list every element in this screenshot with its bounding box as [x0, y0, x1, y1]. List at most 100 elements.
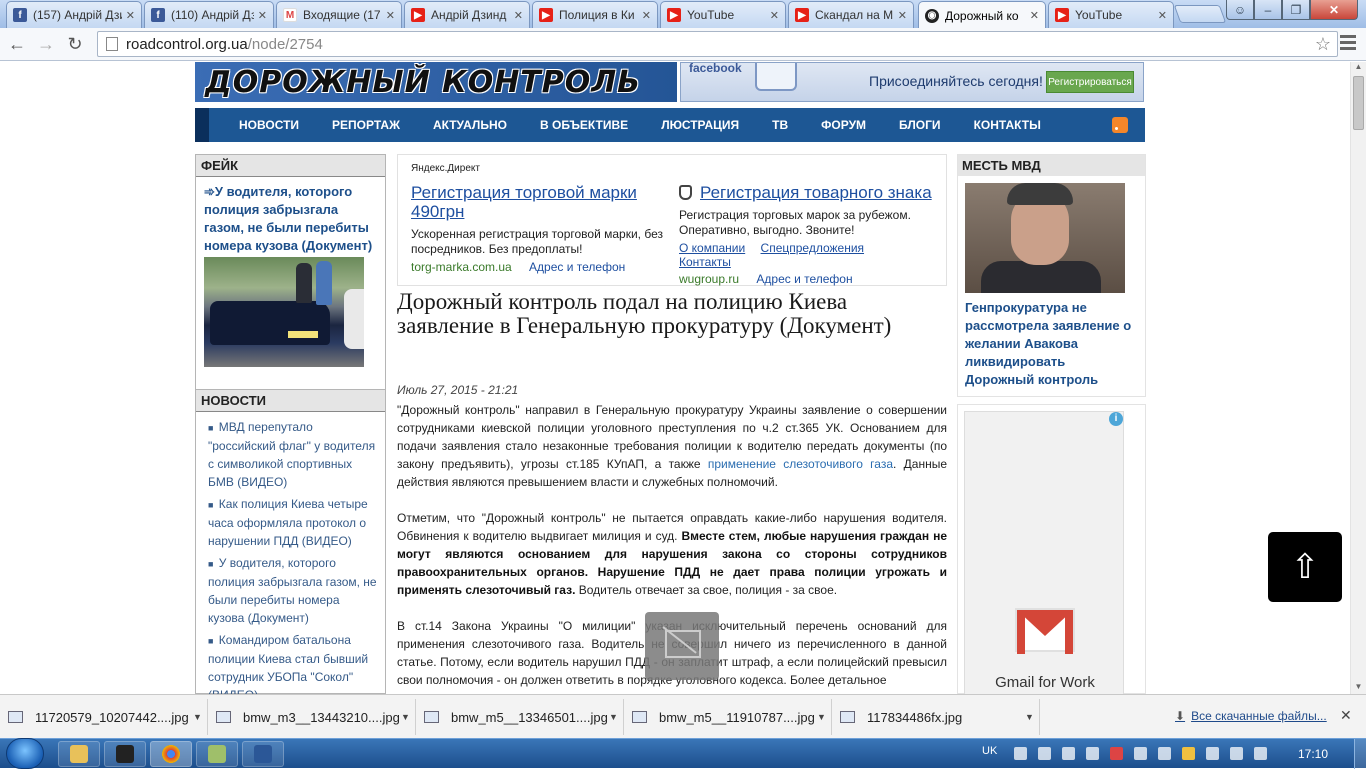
fake-article-image[interactable]	[204, 257, 364, 367]
download-item[interactable]: 11720579_10207442....jpg ▼	[2, 699, 208, 735]
new-tab-button[interactable]	[1173, 5, 1227, 23]
browser-tab[interactable]: ▶ Скандал на М ✕	[788, 1, 914, 28]
ad-title-link[interactable]: Регистрация торговой марки 490грн	[411, 183, 673, 221]
minimize-button[interactable]: –	[1254, 0, 1282, 20]
news-item[interactable]: ■ У водителя, которого полиция забрызгал…	[208, 554, 379, 627]
news-item[interactable]: ■ Командиром батальона полиции Киева ста…	[208, 631, 379, 694]
tab-close-icon[interactable]: ✕	[514, 9, 523, 22]
revenge-article-link[interactable]: Генпрокуратура не рассмотрела заявление …	[958, 293, 1145, 395]
download-item[interactable]: bmw_m3__13443210....jpg ▼	[210, 699, 416, 735]
volume-icon[interactable]	[1038, 747, 1051, 760]
rss-icon[interactable]	[1112, 117, 1128, 133]
close-download-bar-icon[interactable]: ✕	[1340, 707, 1352, 724]
minister-photo[interactable]	[965, 183, 1125, 293]
ad-sitelink-offers[interactable]: Спецпредложения	[761, 241, 865, 255]
download-item[interactable]: bmw_m5__13346501....jpg ▼	[418, 699, 624, 735]
scroll-to-top-icon[interactable]: ⇧	[1268, 532, 1342, 602]
start-button[interactable]	[6, 738, 44, 769]
nav-item-actual[interactable]: АКТУАЛЬНО	[433, 118, 507, 132]
browser-tab-active[interactable]: ◉ Дорожный ко ✕	[918, 1, 1046, 29]
forward-arrow-icon[interactable]: →	[33, 32, 59, 56]
news-item[interactable]: ■ Как полиция Киева четыре часа оформлял…	[208, 495, 379, 550]
flag-icon[interactable]	[1230, 747, 1243, 760]
taskbar-clock[interactable]: 17:10	[1298, 747, 1328, 761]
tab-close-icon[interactable]: ✕	[1030, 9, 1039, 22]
ad-info-icon[interactable]: i	[1109, 412, 1123, 426]
show-all-downloads-link[interactable]: ⬇ Все скачанные файлы...	[1175, 709, 1327, 723]
news-item[interactable]: ■ МВД перепутало "российский флаг" у вод…	[208, 418, 379, 491]
show-desktop-button[interactable]	[1354, 739, 1366, 769]
tray-icon[interactable]	[1134, 747, 1147, 760]
tab-close-icon[interactable]: ✕	[126, 9, 135, 22]
chevron-down-icon[interactable]: ▼	[1025, 712, 1039, 722]
ad-address-link[interactable]: Адрес и телефон	[529, 260, 625, 274]
antivirus-icon[interactable]	[1110, 747, 1123, 760]
tray-icon[interactable]	[1158, 747, 1171, 760]
browser-tab[interactable]: ▶ YouTube ✕	[1048, 1, 1174, 28]
scrollbar-thumb[interactable]	[1353, 76, 1364, 130]
nav-item-in-lens[interactable]: В ОБЪЕКТИВЕ	[540, 118, 628, 132]
download-item[interactable]: 117834486fx.jpg ▼	[834, 699, 1040, 735]
menu-icon[interactable]	[1340, 35, 1356, 53]
nav-item-contacts[interactable]: КОНТАКТЫ	[974, 118, 1041, 132]
close-window-button[interactable]: ✕	[1310, 0, 1358, 20]
gmail-for-work-ad[interactable]: i Gmail for Work	[964, 411, 1124, 694]
facebook-register-button[interactable]: Регистрироваться	[1046, 71, 1134, 93]
chevron-down-icon[interactable]: ▼	[401, 712, 415, 722]
scroll-up-icon[interactable]: ▲	[1351, 62, 1366, 74]
ad-domain[interactable]: torg-marka.com.ua	[411, 260, 512, 274]
nav-item-reportage[interactable]: РЕПОРТАЖ	[332, 118, 400, 132]
chrome-taskbar-icon[interactable]	[150, 741, 192, 767]
word-taskbar-icon[interactable]	[242, 741, 284, 767]
chevron-down-icon[interactable]: ▼	[817, 712, 831, 722]
profile-icon[interactable]: ☺	[1226, 0, 1254, 20]
bookmark-star-icon[interactable]: ☆	[1315, 34, 1331, 55]
explorer-taskbar-icon[interactable]	[58, 741, 100, 767]
maximize-button[interactable]: ❐	[1282, 0, 1310, 20]
tab-close-icon[interactable]: ✕	[898, 9, 907, 22]
reload-icon[interactable]: ↻	[62, 32, 88, 56]
tab-close-icon[interactable]: ✕	[642, 9, 651, 22]
browser-tab[interactable]: f (110) Андрій Дзин ✕	[144, 1, 274, 28]
chevron-down-icon[interactable]: ▼	[609, 712, 623, 722]
vertical-scrollbar[interactable]: ▲ ▼	[1350, 62, 1366, 694]
browser-tab[interactable]: ▶ Полиция в Ки ✕	[532, 1, 658, 28]
browser-tab[interactable]: M Входящие (17 ✕	[276, 1, 402, 28]
ad-sitelink-about[interactable]: О компании	[679, 241, 745, 255]
media-taskbar-icon[interactable]	[104, 741, 146, 767]
ad-sitelink-contacts[interactable]: Контакты	[679, 255, 731, 269]
tear-gas-link[interactable]: применение слезоточивого газа	[708, 457, 893, 471]
network-icon[interactable]	[1206, 747, 1219, 760]
ad-title-link[interactable]: Регистрация товарного знака	[679, 183, 941, 202]
windows-icon[interactable]	[1062, 747, 1075, 760]
skype-icon[interactable]	[1086, 747, 1099, 760]
nav-item-news[interactable]: НОВОСТИ	[239, 118, 299, 132]
tab-close-icon[interactable]: ✕	[386, 9, 395, 22]
site-logo[interactable]: ДОРОЖНЫЙ КОНТРОЛЬ	[195, 62, 677, 102]
back-arrow-icon[interactable]: ←	[4, 32, 30, 56]
nav-item-tv[interactable]: ТВ	[772, 118, 788, 132]
browser-tab[interactable]: ▶ Андрій Дзинд ✕	[404, 1, 530, 28]
ad-address-link[interactable]: Адрес и телефон	[756, 272, 852, 286]
tray-icon[interactable]	[1254, 747, 1267, 760]
browser-tab[interactable]: ▶ YouTube ✕	[660, 1, 786, 28]
scroll-down-icon[interactable]: ▼	[1351, 682, 1366, 694]
ad-domain[interactable]: wugroup.ru	[679, 272, 739, 286]
tray-icon[interactable]	[1182, 747, 1195, 760]
facebook-banner[interactable]: facebook Присоединяйтесь сегодня! Регист…	[680, 62, 1144, 102]
tab-close-icon[interactable]: ✕	[770, 9, 779, 22]
chevron-down-icon[interactable]: ▼	[193, 712, 207, 722]
nav-item-blogs[interactable]: БЛОГИ	[899, 118, 941, 132]
tray-icon[interactable]	[1014, 747, 1027, 760]
address-bar[interactable]: roadcontrol.org.ua /node/2754 ☆	[97, 31, 1338, 57]
tab-close-icon[interactable]: ✕	[258, 9, 267, 22]
download-item[interactable]: bmw_m5__11910787....jpg ▼	[626, 699, 832, 735]
ad-source-label[interactable]: Яндекс.Директ	[411, 163, 480, 174]
fake-article-link[interactable]: ➾У водителя, которого полиция забрызгала…	[196, 177, 385, 255]
nav-item-lustration[interactable]: ЛЮСТРАЦИЯ	[661, 118, 739, 132]
tab-close-icon[interactable]: ✕	[1158, 9, 1167, 22]
media-blocked-icon[interactable]	[645, 612, 719, 680]
language-indicator[interactable]: UK	[982, 745, 997, 757]
paint-taskbar-icon[interactable]	[196, 741, 238, 767]
nav-item-forum[interactable]: ФОРУМ	[821, 118, 866, 132]
